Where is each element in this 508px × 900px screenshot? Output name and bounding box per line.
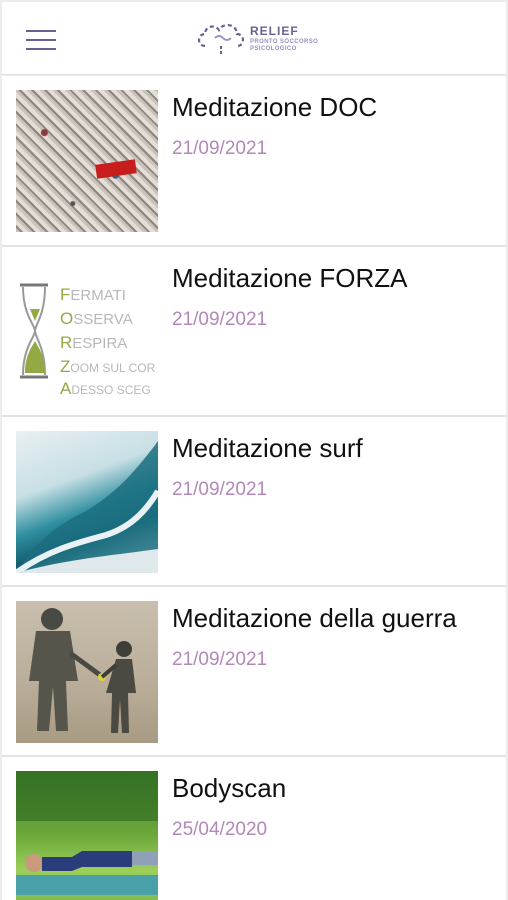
item-date: 21/09/2021 [172,479,268,500]
hamburger-menu-icon[interactable] [22,27,60,55]
list-item[interactable]: Meditazione della guerra 21/09/2021 [2,586,506,756]
item-title: Meditazione della guerra [172,603,457,633]
soldier-child-image [16,601,158,743]
hourglass-icon [20,283,48,379]
item-date: 21/09/2021 [172,649,268,670]
wave-image [16,431,158,573]
wave-icon [16,441,158,573]
meditation-list: Meditazione DOC 21/09/2021 FERMATI OSSER… [2,76,506,900]
item-date: 21/09/2021 [172,309,268,330]
item-title: Bodyscan [172,773,287,803]
collage-image [16,90,158,232]
brain-cloud-icon [197,24,245,54]
app-header: RELIEF PRONTO SOCCORSO PSICOLOGICO [2,2,506,75]
list-item[interactable]: Bodyscan 25/04/2020 [2,756,506,900]
forza-line: ZOOM SUL COR [60,357,156,376]
forza-line: ADESSO SCEG [60,379,151,398]
person-lying-grass-image [16,771,158,900]
item-date: 21/09/2021 [172,138,268,159]
list-item[interactable]: Meditazione surf 21/09/2021 [2,416,506,586]
soldier-child-icon [29,608,136,733]
person-lying-icon [16,771,158,895]
logo-subtitle: PRONTO SOCCORSO PSICOLOGICO [250,39,319,52]
item-title: Meditazione DOC [172,92,378,122]
forza-line: OSSERVA [60,309,133,328]
list-item[interactable]: Meditazione DOC 21/09/2021 [2,76,506,246]
item-date: 25/04/2020 [172,819,268,840]
item-title: Meditazione surf [172,433,363,463]
list-item[interactable]: FERMATI OSSERVA RESPIRA ZOOM SUL COR ADE… [2,246,506,416]
relief-logo: RELIEF PRONTO SOCCORSO PSICOLOGICO [195,16,325,62]
logo-title: RELIEF [250,24,299,38]
item-title: Meditazione FORZA [172,263,408,293]
forza-line: RESPIRA [60,333,128,352]
forza-line: FERMATI [60,285,126,304]
hourglass-forza-image: FERMATI OSSERVA RESPIRA ZOOM SUL COR ADE… [16,261,158,403]
